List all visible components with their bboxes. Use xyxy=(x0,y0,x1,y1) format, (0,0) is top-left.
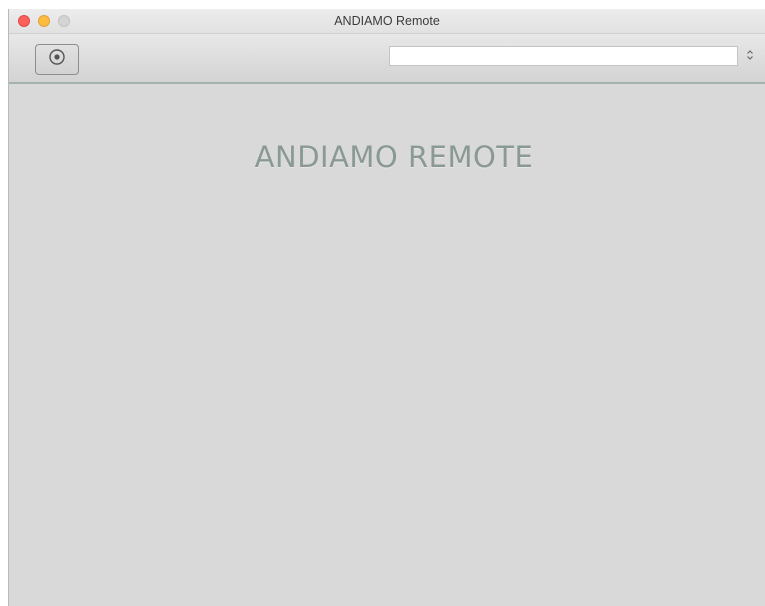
record-toggle-button[interactable] xyxy=(35,44,79,75)
app-heading: ANDIAMO REMOTE xyxy=(254,140,534,174)
up-down-chevron-icon xyxy=(746,48,754,67)
main-content: ANDIAMO REMOTE xyxy=(9,86,765,606)
server-select-stepper[interactable] xyxy=(744,47,756,67)
server-select[interactable] xyxy=(389,46,738,66)
title-bar[interactable]: ANDIAMO Remote xyxy=(9,9,765,34)
target-icon xyxy=(48,48,66,71)
toolbar xyxy=(9,34,765,84)
window-title: ANDIAMO Remote xyxy=(334,14,440,28)
app-window: ANDIAMO Remote ANDIAMO REMOTE xyxy=(8,9,765,606)
